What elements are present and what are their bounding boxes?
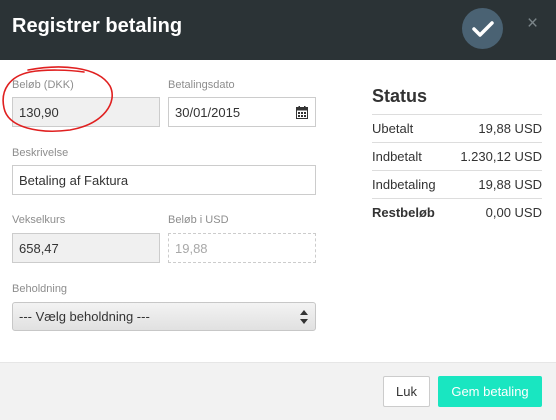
dialog-title: Registrer betaling [12,15,183,37]
exchange-rate-label: Vekselkurs [12,214,66,226]
amount-label: Beløb (DKK) [12,79,74,91]
calendar-icon[interactable] [296,106,308,119]
description-label: Beskrivelse [12,147,69,159]
status-table: Ubetalt 19,88 USD Indbetalt 1.230,12 USD… [372,114,542,226]
amount-value: 130,90 [19,104,59,120]
description-value: Betaling af Faktura [19,172,129,188]
status-value: 19,88 USD [478,177,542,192]
holding-select[interactable]: --- Vælg beholdning --- [12,302,316,331]
exchange-rate-input[interactable]: 658,47 [12,233,160,263]
status-label: Indbetalt [372,149,422,164]
amount-usd-value: 19,88 [175,240,208,256]
status-title: Status [372,86,428,106]
confirm-button[interactable] [462,8,503,49]
checkmark-icon [471,20,494,37]
status-label: Ubetalt [372,121,414,136]
payment-date-value: 30/01/2015 [175,104,241,120]
status-label: Restbeløb [372,205,435,220]
amount-input[interactable]: 130,90 [12,97,160,127]
dialog-footer: Luk Gem betaling [0,362,556,420]
close-icon[interactable]: × [527,14,538,33]
status-value: 1.230,12 USD [460,149,542,164]
status-row-remaining: Restbeløb 0,00 USD [372,198,542,226]
amount-usd-field: 19,88 [168,233,316,263]
status-row-payment: Indbetaling 19,88 USD [372,170,542,198]
description-input[interactable]: Betaling af Faktura [12,165,316,195]
select-arrows-icon [300,310,308,324]
save-payment-button[interactable]: Gem betaling [438,376,542,407]
close-button[interactable]: Luk [383,376,430,407]
status-value: 19,88 USD [478,121,542,136]
status-row-unpaid: Ubetalt 19,88 USD [372,114,542,142]
status-label: Indbetaling [372,177,436,192]
status-row-paid: Indbetalt 1.230,12 USD [372,142,542,170]
holding-label: Beholdning [12,283,68,295]
exchange-rate-value: 658,47 [19,240,59,256]
holding-selected-value: --- Vælg beholdning --- [19,309,150,324]
status-value: 0,00 USD [485,205,542,220]
amount-usd-label: Beløb i USD [168,214,229,226]
payment-date-label: Betalingsdato [168,79,235,91]
payment-date-input[interactable]: 30/01/2015 [168,97,316,127]
dialog-header: Registrer betaling × [0,0,556,60]
